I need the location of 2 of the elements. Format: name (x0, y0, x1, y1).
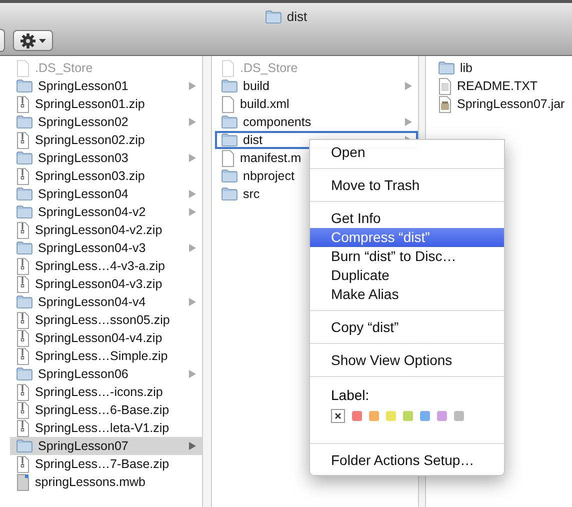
window-title: dist (286, 9, 308, 24)
label-heading: Label: (331, 386, 370, 405)
